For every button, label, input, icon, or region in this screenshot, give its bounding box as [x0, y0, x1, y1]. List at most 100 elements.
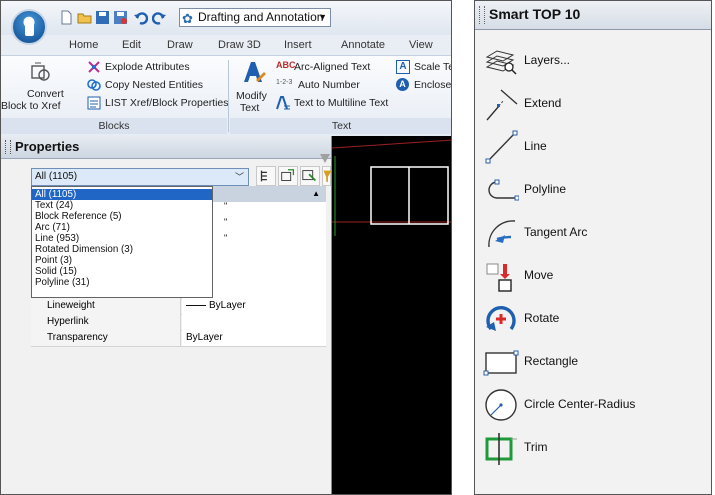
command-move[interactable]: Move [483, 256, 705, 296]
open-folder-icon[interactable] [77, 10, 92, 25]
command-rectangle[interactable]: Rectangle [483, 342, 705, 382]
convert-label: Convert [27, 88, 64, 100]
command-trim[interactable]: Trim [483, 428, 705, 468]
drag-grip-icon[interactable] [479, 6, 485, 24]
layers-icon [485, 50, 517, 75]
property-row-hyperlink[interactable]: Hyperlink [31, 314, 326, 331]
command-rotate[interactable]: Rotate [483, 299, 705, 339]
explode-attributes-label: Explode Attributes [105, 61, 190, 73]
save-as-icon[interactable] [113, 10, 128, 25]
text-group-label: Text [230, 118, 451, 134]
collapse-up-icon: ▲ [312, 189, 320, 198]
explode-icon [88, 61, 100, 73]
command-label: Polyline [524, 182, 567, 196]
command-label: Rectangle [524, 354, 579, 368]
command-line[interactable]: Line [483, 127, 705, 167]
quick-access-toolbar: ✿ Drafting and Annotation ▼ [1, 1, 451, 35]
workspace-select[interactable]: ✿ Drafting and Annotation ▼ [179, 8, 331, 27]
drag-grip-icon[interactable] [5, 140, 11, 154]
drawing-geometry [331, 139, 451, 236]
line-icon [485, 130, 518, 164]
properties-palette: Properties All (1105) ﹀ ▲ Lineweight ByL… [1, 136, 332, 494]
quick-select-button[interactable] [300, 166, 320, 186]
tab-edit[interactable]: Edit [122, 39, 141, 51]
smart-top-title: Smart TOP 10 [489, 6, 581, 22]
dropdown-option[interactable]: Arc (71) [32, 222, 212, 233]
modify-text-label: Text [240, 102, 260, 114]
list-xref-label: LIST Xref/Block Properties [105, 97, 229, 109]
selection-filter-dropdown: All (1105) Text (24) Block Reference (5)… [31, 186, 213, 298]
modify-text-button[interactable]: Modify Text [234, 58, 274, 116]
command-tangent-arc[interactable]: Tangent Arc [483, 213, 705, 253]
dropdown-option[interactable]: Line (953) [32, 233, 212, 244]
tab-home[interactable]: Home [69, 39, 98, 51]
value-fragment: " [224, 233, 228, 243]
redo-icon[interactable] [152, 10, 167, 25]
modify-text-icon [244, 62, 266, 82]
tab-draw[interactable]: Draw [167, 39, 193, 51]
select-objects-button[interactable] [278, 166, 298, 186]
convert-block-icon [31, 62, 50, 81]
tab-insert[interactable]: Insert [284, 39, 312, 51]
tab-view[interactable]: View [409, 39, 433, 51]
property-name: Transparency [31, 330, 181, 346]
dropdown-option[interactable]: Block Reference (5) [32, 211, 212, 222]
command-circle-center-radius[interactable]: Circle Center-Radius [483, 385, 705, 425]
property-value[interactable]: ByLayer [182, 330, 326, 346]
dropdown-option[interactable]: Rotated Dimension (3) [32, 244, 212, 255]
property-name: Lineweight [31, 298, 181, 314]
tangent-arc-icon [488, 220, 516, 248]
tab-annotate[interactable]: Annotate [341, 39, 385, 51]
auto-number-label: Auto Number [298, 79, 360, 91]
scale-text-icon: A [396, 60, 410, 74]
collapse-triangle-icon[interactable] [319, 153, 331, 165]
undo-icon[interactable] [133, 10, 148, 25]
copy-nested-icon [87, 79, 101, 91]
value-fragment: " [224, 217, 228, 227]
toggle-pickadd-button[interactable] [256, 166, 276, 186]
convert-block-to-xref-button[interactable]: Convert Block to Xref [1, 58, 77, 116]
command-label: Layers... [524, 53, 571, 67]
rectangle-icon [483, 350, 519, 376]
property-row-transparency[interactable]: Transparency ByLayer [31, 330, 326, 347]
dropdown-option[interactable]: Text (24) [32, 200, 212, 211]
new-file-icon[interactable] [59, 10, 74, 25]
dropdown-option[interactable]: All (1105) [32, 189, 212, 200]
application-menu-button[interactable] [11, 9, 47, 45]
text-group: Modify Text ABC Arc-Aligned Text 1-2-3 A… [230, 56, 452, 136]
circle-center-radius-icon [485, 389, 517, 421]
property-row-lineweight[interactable]: Lineweight ByLayer [31, 298, 326, 315]
chevron-down-icon: ▼ [318, 12, 327, 22]
save-icon[interactable] [95, 10, 110, 25]
command-label: Move [524, 268, 554, 282]
command-polyline[interactable]: Polyline [483, 170, 705, 210]
command-layers[interactable]: Layers... [483, 41, 705, 81]
chevron-down-icon: ﹀ [234, 172, 244, 182]
rotate-icon [486, 306, 516, 331]
scale-text-label: Scale Tex [414, 61, 451, 73]
ribbon-panel: Convert Block to Xref Explode Attributes… [1, 55, 452, 137]
selection-filter-select[interactable]: All (1105) ﹀ [31, 168, 249, 186]
smart-top-panel: Smart TOP 10 Layers... Extend Line Polyl… [474, 0, 712, 495]
quick-select-icon [302, 170, 317, 182]
lineweight-swatch [186, 304, 206, 306]
select-objects-icon [281, 169, 295, 181]
modify-label: Modify [236, 90, 267, 102]
auto-number-icon: 1-2-3 [276, 79, 293, 86]
dropdown-option[interactable]: Polyline (31) [32, 277, 212, 288]
application-window: ✿ Drafting and Annotation ▼ Home Edit Dr… [0, 0, 452, 495]
ribbon-tabs: Home Edit Draw Draw 3D Insert Annotate V… [1, 35, 451, 55]
arc-text-icon: ABC [276, 60, 296, 70]
enclose-label: Enclose [414, 79, 452, 91]
drawing-canvas[interactable] [331, 136, 451, 494]
polyline-icon [488, 179, 519, 201]
dropdown-option[interactable]: Solid (15) [32, 266, 212, 277]
smart-top-header: Smart TOP 10 [475, 1, 711, 30]
property-value[interactable] [182, 314, 326, 330]
dropdown-option[interactable]: Point (3) [32, 255, 212, 266]
tab-draw-3d[interactable]: Draw 3D [218, 39, 261, 51]
property-value[interactable]: ByLayer [182, 298, 326, 314]
command-extend[interactable]: Extend [483, 84, 705, 124]
filter-button[interactable] [322, 166, 332, 186]
command-label: Line [524, 139, 547, 153]
